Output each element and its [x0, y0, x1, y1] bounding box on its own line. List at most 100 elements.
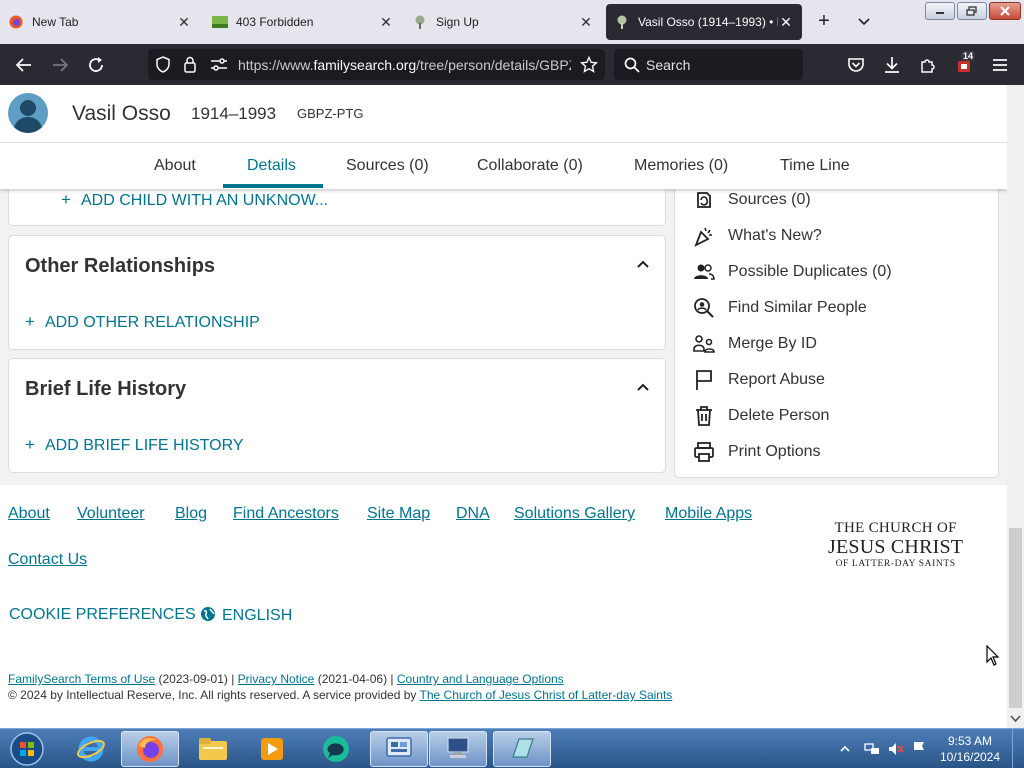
search-bar[interactable]: Search	[614, 49, 803, 80]
start-orb-icon	[10, 732, 44, 766]
site-footer: About Volunteer Blog Find Ancestors Site…	[0, 485, 1007, 728]
tab-memories[interactable]: Memories (0)	[634, 157, 728, 175]
browser-tab-new-tab[interactable]: New Tab ✕	[0, 4, 200, 40]
taskbar-firefox[interactable]	[121, 731, 179, 767]
taskbar-control-panel[interactable]	[370, 731, 428, 767]
privacy-notice-link[interactable]: Privacy Notice	[238, 672, 315, 686]
internet-explorer-icon	[77, 736, 105, 762]
footer-link-site-map[interactable]: Site Map	[367, 505, 430, 523]
footer-link-volunteer[interactable]: Volunteer	[77, 505, 145, 523]
taskbar-clock[interactable]: 9:53 AM 10/16/2024	[930, 733, 1010, 765]
browser-nav-bar: https://www.familysearch.org/tree/person…	[0, 44, 1024, 85]
tab-collaborate[interactable]: Collaborate (0)	[477, 157, 583, 175]
tab-close-icon[interactable]: ✕	[378, 14, 394, 31]
chevron-up-icon[interactable]	[635, 256, 651, 272]
browser-tab-forbidden[interactable]: 403 Forbidden ✕	[204, 4, 402, 40]
chevron-up-icon[interactable]	[635, 379, 651, 395]
forward-button[interactable]	[47, 52, 73, 78]
church-logo[interactable]: THE CHURCH OF JESUS CHRIST OF LATTER-DAY…	[828, 520, 963, 570]
person-tabs: About Details Sources (0) Collaborate (0…	[0, 142, 1007, 189]
app-menu-button[interactable]	[987, 52, 1013, 78]
person-silhouette-icon	[13, 100, 43, 133]
url-domain: familysearch.org	[313, 57, 417, 73]
new-tab-button[interactable]: +	[812, 10, 836, 34]
start-button[interactable]	[2, 731, 52, 767]
church-link[interactable]: The Church of Jesus Christ of Latter-day…	[420, 688, 673, 702]
tool-report-abuse[interactable]: Report Abuse	[693, 367, 825, 393]
tab-close-icon[interactable]: ✕	[778, 14, 794, 31]
page-scrollbar[interactable]	[1007, 85, 1024, 728]
search-icon	[624, 57, 640, 73]
legal-line-2: © 2024 by Intellectual Reserve, Inc. All…	[8, 688, 672, 702]
tab-about[interactable]: About	[154, 157, 196, 175]
add-child-unknown-link[interactable]: + ADD CHILD WITH AN UNKNOW...	[61, 190, 328, 210]
show-hidden-icons-icon[interactable]	[840, 744, 850, 754]
language-label: ENGLISH	[222, 607, 293, 624]
list-all-tabs-button[interactable]	[853, 10, 875, 34]
taskbar-file-explorer[interactable]	[184, 731, 242, 767]
tool-whats-new[interactable]: What's New?	[693, 223, 822, 249]
back-button[interactable]	[11, 52, 37, 78]
tool-print-options[interactable]: Print Options	[693, 439, 820, 465]
tool-merge-by-id[interactable]: Merge By ID	[693, 331, 817, 357]
downloads-button[interactable]	[879, 52, 905, 78]
tab-time-line[interactable]: Time Line	[780, 157, 850, 175]
maximize-button[interactable]	[957, 2, 987, 20]
browser-tab-person[interactable]: Vasil Osso (1914–1993) • Pe ✕	[606, 4, 802, 40]
scroll-down-icon[interactable]	[1010, 714, 1021, 724]
bookmark-star-icon[interactable]	[580, 56, 598, 74]
taskbar-internet-explorer[interactable]	[62, 731, 120, 767]
arrow-left-icon	[15, 58, 31, 72]
taskbar-network-computer[interactable]	[429, 731, 487, 767]
tab-details[interactable]: Details	[247, 157, 296, 175]
add-brief-life-history-link[interactable]: + ADD BRIEF LIFE HISTORY	[25, 435, 244, 455]
tool-sources[interactable]: Sources (0)	[693, 187, 811, 213]
cookie-preferences-link[interactable]: COOKIE PREFERENCES	[9, 606, 196, 624]
footer-link-contact-us[interactable]: Contact Us	[8, 551, 87, 569]
reload-button[interactable]	[83, 52, 109, 78]
tab-close-icon[interactable]: ✕	[176, 14, 192, 31]
footer-link-solutions-gallery[interactable]: Solutions Gallery	[514, 505, 635, 523]
close-window-button[interactable]	[989, 2, 1021, 20]
taskbar-media-player[interactable]	[243, 731, 301, 767]
person-lifespan: 1914–1993	[191, 104, 277, 123]
trash-icon	[693, 405, 715, 427]
logo-line-3: OF LATTER-DAY SAINTS	[835, 559, 956, 569]
show-desktop-button[interactable]	[1012, 729, 1024, 768]
url-bar[interactable]: https://www.familysearch.org/tree/person…	[148, 49, 605, 80]
tool-label: Delete Person	[728, 407, 830, 424]
network-tray-icon[interactable]	[864, 741, 880, 757]
lock-icon[interactable]	[183, 56, 197, 73]
shield-icon[interactable]	[155, 56, 171, 73]
footer-link-mobile-apps[interactable]: Mobile Apps	[665, 505, 752, 523]
footer-link-dna[interactable]: DNA	[456, 505, 490, 523]
avatar[interactable]	[8, 93, 48, 133]
footer-link-about[interactable]: About	[8, 505, 50, 523]
pocket-button[interactable]	[843, 52, 869, 78]
country-language-link[interactable]: Country and Language Options	[397, 672, 564, 686]
volume-muted-icon[interactable]	[888, 741, 904, 757]
person-header: Vasil Osso 1914–1993 GBPZ-PTG	[0, 85, 1007, 142]
scrollbar-thumb[interactable]	[1009, 528, 1022, 708]
taskbar-chat-app[interactable]	[307, 731, 365, 767]
language-selector[interactable]: ENGLISH	[200, 606, 292, 625]
terms-of-use-link[interactable]: FamilySearch Terms of Use	[8, 672, 155, 686]
tab-close-icon[interactable]: ✕	[578, 14, 594, 31]
tool-find-similar[interactable]: Find Similar People	[693, 295, 867, 321]
minimize-button[interactable]	[925, 2, 955, 20]
file-explorer-icon	[199, 738, 227, 760]
action-center-flag-icon[interactable]	[912, 741, 926, 757]
footer-link-blog[interactable]: Blog	[175, 505, 207, 523]
tab-sources[interactable]: Sources (0)	[346, 157, 429, 175]
taskbar-notepad[interactable]	[493, 731, 551, 767]
clock-time: 9:53 AM	[947, 734, 993, 748]
permissions-icon[interactable]	[210, 57, 228, 72]
footer-link-find-ancestors[interactable]: Find Ancestors	[233, 505, 339, 523]
extensions-button[interactable]	[915, 52, 941, 78]
tool-possible-duplicates[interactable]: Possible Duplicates (0)	[693, 259, 892, 285]
tool-delete-person[interactable]: Delete Person	[693, 403, 829, 429]
reload-icon	[89, 57, 103, 72]
browser-tab-sign-up[interactable]: Sign Up ✕	[404, 4, 602, 40]
add-other-relationship-link[interactable]: + ADD OTHER RELATIONSHIP	[25, 312, 260, 332]
url-text[interactable]: https://www.familysearch.org/tree/person…	[238, 57, 571, 73]
